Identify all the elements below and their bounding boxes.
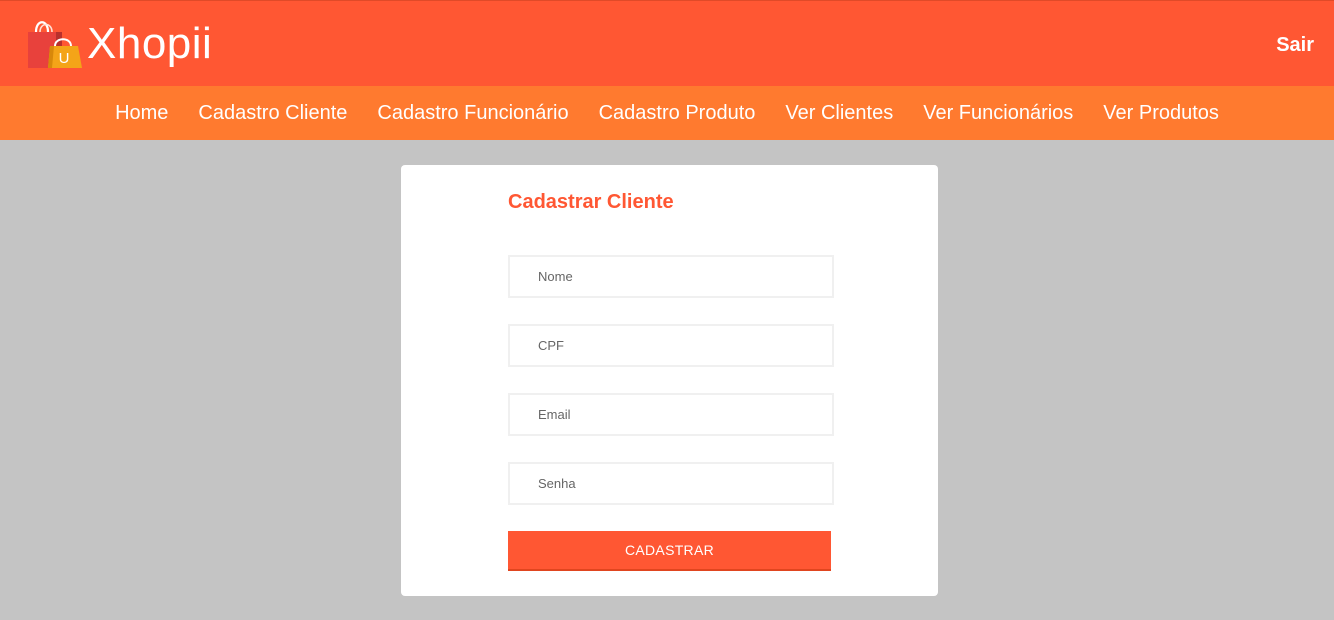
nav-item-ver-produtos[interactable]: Ver Produtos <box>1088 102 1234 125</box>
shopping-bags-icon: U <box>28 21 82 68</box>
svg-text:U: U <box>59 50 70 67</box>
brand-home-link[interactable]: U Xhopii <box>26 9 212 79</box>
top-header: U Xhopii Sair <box>0 0 1334 86</box>
nav-item-ver-clientes[interactable]: Ver Clientes <box>770 102 908 125</box>
cpf-input[interactable] <box>508 324 834 367</box>
senha-input[interactable] <box>508 462 834 505</box>
logout-link[interactable]: Sair <box>1276 34 1314 57</box>
main-nav: Home Cadastro Cliente Cadastro Funcionár… <box>0 86 1334 140</box>
form-title: Cadastrar Cliente <box>508 191 674 213</box>
nav-item-cadastro-produto[interactable]: Cadastro Produto <box>584 102 771 125</box>
nome-input[interactable] <box>508 255 834 298</box>
cadastrar-button[interactable]: CADASTRAR <box>508 531 831 571</box>
register-client-form: Cadastrar Cliente CADASTRAR <box>401 165 938 596</box>
nav-item-cadastro-funcionario[interactable]: Cadastro Funcionário <box>362 102 583 125</box>
email-input[interactable] <box>508 393 834 436</box>
brand-name: Xhopii <box>87 19 213 68</box>
nav-item-home[interactable]: Home <box>100 102 183 125</box>
nav-item-ver-funcionarios[interactable]: Ver Funcionários <box>908 102 1088 125</box>
nav-item-cadastro-cliente[interactable]: Cadastro Cliente <box>183 102 362 125</box>
